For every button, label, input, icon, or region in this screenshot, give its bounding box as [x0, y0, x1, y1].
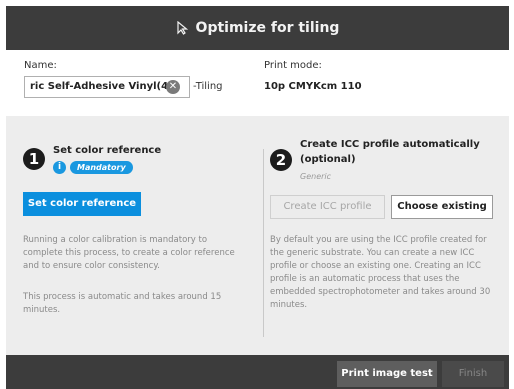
- print-mode-value: 10p CMYKcm 110: [264, 81, 362, 92]
- calibration-time-note: This process is automatic and takes arou…: [23, 292, 222, 315]
- name-label: Name:: [24, 60, 57, 71]
- info-icon[interactable]: i: [53, 161, 66, 174]
- mandatory-badge: Mandatory: [70, 161, 133, 174]
- step-2-number: 2: [270, 149, 292, 171]
- dialog-title: Optimize for tiling: [195, 20, 340, 36]
- set-color-reference-button[interactable]: Set color reference: [23, 192, 141, 216]
- create-icc-profile-button[interactable]: Create ICC profile: [270, 195, 385, 219]
- choose-existing-button[interactable]: Choose existing: [391, 195, 493, 219]
- optimize-dialog: Optimize for tiling Name: Print mode: ri…: [6, 6, 509, 389]
- print-mode-label: Print mode:: [264, 60, 322, 71]
- create-icc-title: Create ICC profile automatically: [300, 139, 480, 150]
- dialog-titlebar: Optimize for tiling: [6, 6, 509, 50]
- finish-button[interactable]: Finish: [442, 361, 504, 387]
- name-suffix: -Tiling: [193, 81, 223, 92]
- generic-subtitle: Generic: [300, 172, 332, 181]
- icc-description: By default you are using the ICC profile…: [270, 235, 491, 310]
- step-1-number: 1: [23, 148, 45, 170]
- calibration-description: Running a color calibration is mandatory…: [23, 235, 235, 271]
- create-icc-optional: (optional): [300, 154, 356, 165]
- set-color-reference-title: Set color reference: [53, 145, 162, 156]
- print-image-test-button[interactable]: Print image test: [337, 361, 437, 387]
- tiling-cursor-icon: [176, 20, 190, 35]
- clear-x-icon[interactable]: ✕: [166, 80, 180, 94]
- section-divider: [263, 149, 264, 337]
